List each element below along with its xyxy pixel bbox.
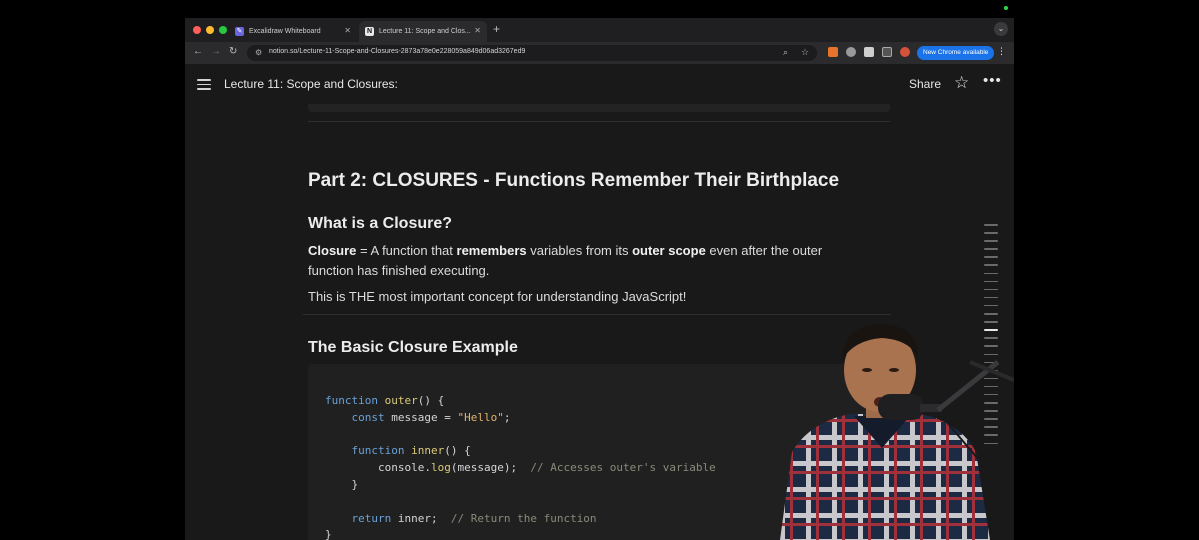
bold-outer-scope: outer scope (632, 243, 706, 258)
notion-icon: N (365, 27, 374, 36)
tab-excalidraw[interactable]: ✎ Excalidraw Whiteboard ✕ (229, 21, 357, 42)
chrome-menu-icon[interactable]: ⋮ (997, 46, 1006, 57)
notion-topbar: Lecture 11: Scope and Closures: Share ☆ … (185, 64, 1014, 104)
code-token: (message); (450, 461, 531, 475)
extensions-puzzle-icon[interactable] (882, 47, 892, 57)
menu-icon[interactable] (197, 79, 211, 90)
breadcrumb-page-title[interactable]: Lecture 11: Scope and Closures: (224, 77, 398, 91)
url-text: notion.so/Lecture-11-Scope-and-Closures-… (269, 48, 526, 55)
code-token: function (325, 394, 378, 407)
profile-icon[interactable] (900, 47, 910, 57)
code-token: console. (377, 461, 431, 475)
more-options-icon[interactable]: ••• (983, 72, 1002, 89)
code-token: inner (411, 444, 445, 458)
minimize-window-button[interactable] (206, 26, 214, 34)
site-info-icon[interactable]: ⚙ (255, 48, 262, 57)
code-token: return (351, 511, 392, 525)
code-token: outer (384, 394, 418, 407)
term-closure: Closure (308, 243, 357, 258)
text: = A function that (356, 243, 457, 258)
code-token: message = (384, 410, 458, 424)
maximize-window-button[interactable] (219, 26, 227, 34)
extension-icon[interactable] (828, 47, 838, 57)
forward-icon[interactable]: → (211, 46, 221, 57)
heading-basic-example: The Basic Closure Example (308, 339, 518, 356)
code-token: () { (417, 394, 445, 407)
url-field[interactable]: ⚙ notion.so/Lecture-11-Scope-and-Closure… (247, 45, 817, 61)
tab-lecture[interactable]: N Lecture 11: Scope and Clos... ✕ (359, 21, 487, 42)
zoom-icon[interactable]: ⌕ (783, 47, 788, 58)
heading-what-is-closure: What is a Closure? (308, 215, 453, 232)
code-token: const (351, 410, 385, 424)
code-token: } (351, 477, 359, 491)
favorite-star-icon[interactable]: ☆ (954, 73, 969, 93)
importance-note: This is THE most important concept for u… (308, 289, 687, 304)
extension-icon[interactable] (846, 47, 856, 57)
code-comment: // Return the function (450, 511, 597, 525)
address-bar: ← → ↻ ⚙ notion.so/Lecture-11-Scope-and-C… (185, 42, 1014, 64)
divider (308, 121, 890, 122)
text: variables from its (526, 243, 633, 258)
code-token: inner; (391, 511, 451, 525)
tab-title: Excalidraw Whiteboard (249, 28, 321, 35)
previous-code-block (308, 104, 890, 112)
code-token: function (351, 444, 405, 458)
browser-tab-strip: ✎ Excalidraw Whiteboard ✕ N Lecture 11: … (185, 18, 1014, 42)
bookmark-star-icon[interactable]: ☆ (801, 47, 809, 58)
code-token: } (325, 528, 332, 540)
reload-icon[interactable]: ↻ (229, 46, 237, 57)
excalidraw-icon: ✎ (235, 27, 244, 36)
webcam-presenter-video (780, 324, 1014, 540)
code-comment: // Accesses outer's variable (530, 461, 716, 475)
divider (303, 314, 891, 315)
back-icon[interactable]: ← (193, 46, 203, 57)
closure-definition: Closure = A function that remembers vari… (308, 241, 868, 281)
code-token: "Hello" (457, 410, 504, 424)
code-token: ; (503, 410, 511, 424)
code-text: function outer() { const message = "Hell… (325, 393, 716, 540)
code-token: log (430, 461, 451, 475)
tab-search-button[interactable]: ⌄ (994, 22, 1008, 36)
new-tab-button[interactable]: + (493, 22, 500, 36)
heading-part2: Part 2: CLOSURES - Functions Remember Th… (308, 170, 840, 191)
close-icon[interactable]: ✕ (474, 26, 481, 35)
bold-remembers: remembers (456, 243, 527, 258)
close-window-button[interactable] (193, 26, 201, 34)
password-icon[interactable] (864, 47, 874, 57)
code-token: () { (444, 444, 471, 458)
tab-title: Lecture 11: Scope and Clos... (379, 28, 471, 35)
close-icon[interactable]: ✕ (344, 26, 351, 35)
recording-indicator (1004, 6, 1008, 10)
share-button[interactable]: Share (909, 77, 941, 91)
chrome-update-button[interactable]: New Chrome available (917, 46, 995, 60)
